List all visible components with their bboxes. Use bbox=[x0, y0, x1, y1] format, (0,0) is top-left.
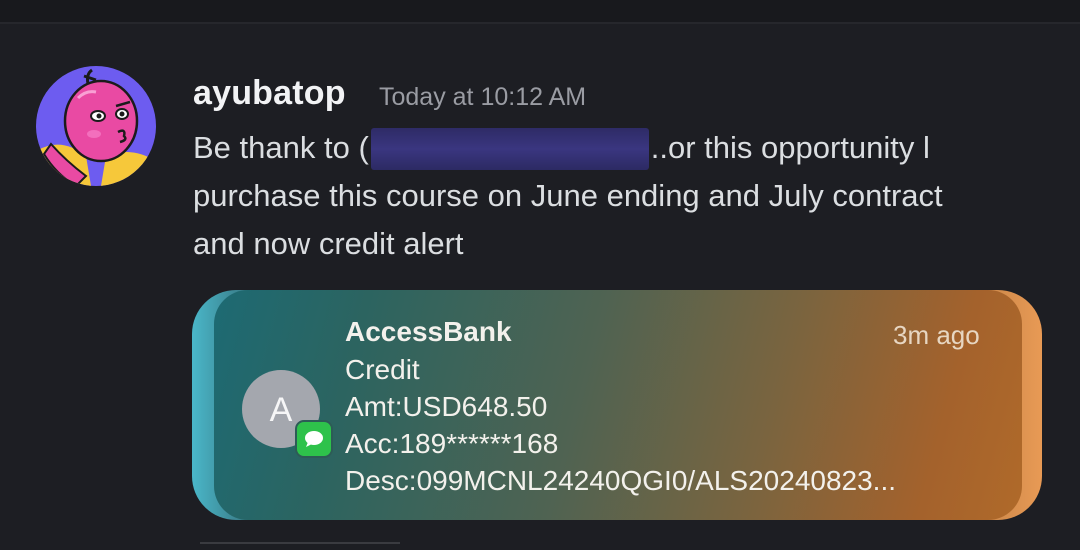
imessage-bubble-icon bbox=[295, 420, 333, 458]
cartoon-avatar-icon bbox=[36, 66, 156, 186]
message-line-1: Be thank to ( ..or this opportunity l bbox=[193, 124, 1053, 172]
message-line-3: and now credit alert bbox=[193, 226, 464, 261]
message-line-2: purchase this course on June ending and … bbox=[193, 178, 943, 213]
reaction-bar-edge bbox=[200, 542, 400, 550]
notification-line-description: Desc:099MCNL24240QGI0/ALS20240823... bbox=[345, 465, 897, 496]
message-text-after-redaction: ..or this opportunity l bbox=[650, 130, 930, 165]
notification-line-type: Credit bbox=[345, 354, 420, 385]
message-text-before-redaction: Be thank to ( bbox=[193, 130, 369, 165]
notification-sender: AccessBank bbox=[345, 316, 512, 347]
notification-line-amount: Amt:USD648.50 bbox=[345, 391, 548, 422]
notification-time: 3m ago bbox=[893, 320, 980, 350]
notification-line-account: Acc:189******168 bbox=[345, 428, 559, 459]
redaction-block bbox=[370, 128, 649, 170]
user-avatar[interactable] bbox=[36, 66, 156, 186]
message-body: Be thank to ( ..or this opportunity l pur… bbox=[193, 124, 1053, 268]
message-timestamp: Today at 10:12 AM bbox=[379, 83, 587, 111]
top-divider bbox=[0, 0, 1080, 24]
message-author[interactable]: ayubatop bbox=[193, 74, 346, 113]
